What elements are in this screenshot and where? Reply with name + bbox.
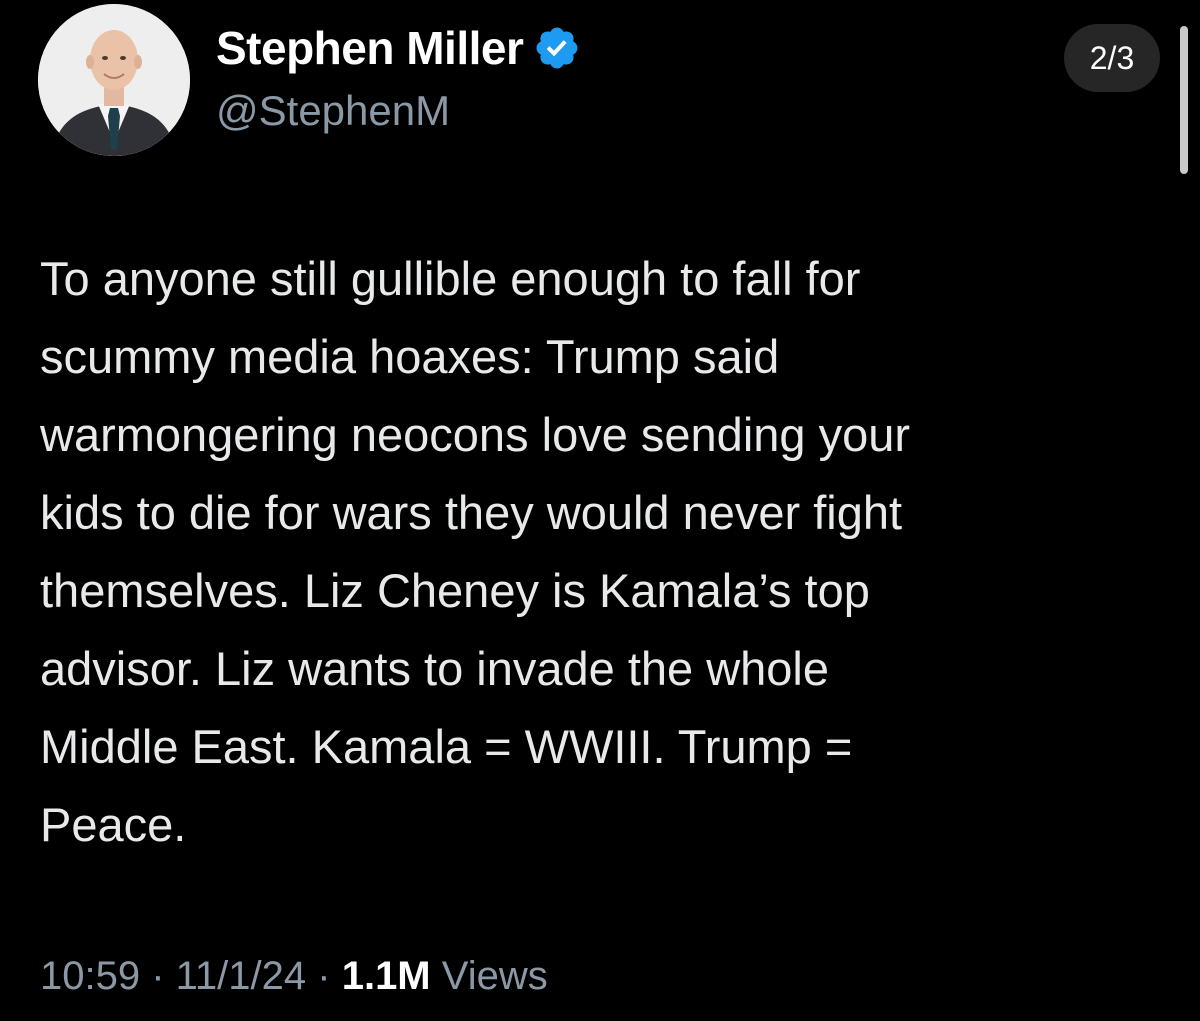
avatar[interactable] [38,4,190,156]
tweet-date[interactable]: 11/1/24 [176,954,307,999]
tweet-view: Stephen Miller @StephenM 2/3 To anyone s… [0,0,1200,1021]
author-name-row[interactable]: Stephen Miller [216,18,581,78]
scrollbar[interactable] [1180,26,1188,174]
page-indicator: 2/3 [1064,24,1160,92]
tweet-time[interactable]: 10:59 [40,954,140,999]
tweet-meta: 10:59 · 11/1/24 · 1.1M Views [40,946,548,1006]
meta-separator: · [306,953,342,998]
author-display-name[interactable]: Stephen Miller [216,25,524,71]
verified-badge-icon [533,24,581,72]
meta-separator: · [140,953,176,998]
profile-photo-icon [38,4,190,156]
views-count[interactable]: 1.1M [342,954,431,999]
meta-space [431,954,442,999]
author-handle[interactable]: @StephenM [216,87,450,134]
tweet-text: To anyone still gullible enough to fall … [40,252,911,851]
views-label[interactable]: Views [442,954,548,999]
